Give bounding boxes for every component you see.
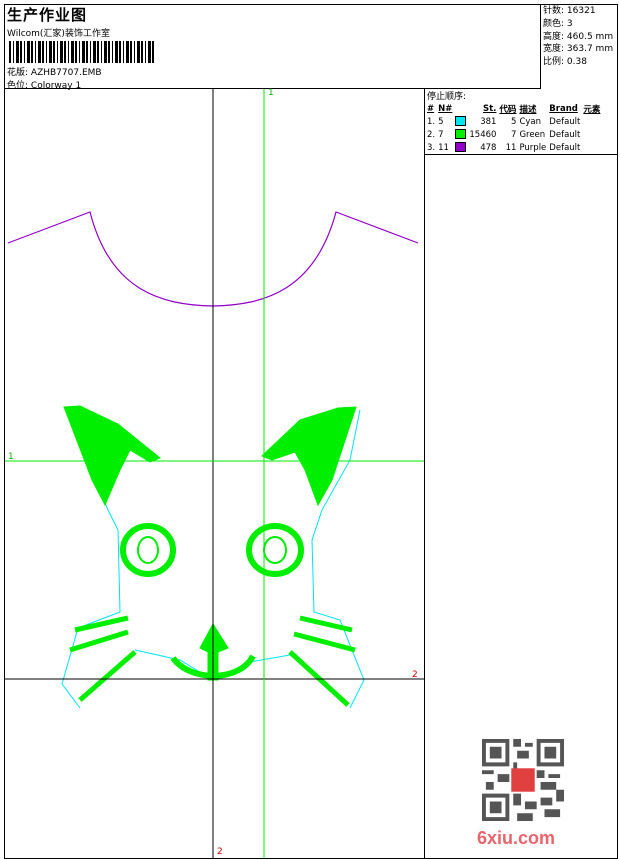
guide-label-dark-v: 2 (217, 847, 223, 857)
header: 生产作业图 Wilcom(汇家)装饰工作室 花版: AZHB7707.EMB 色… (4, 4, 541, 91)
watermark-logo: 6xiu.com (477, 828, 556, 848)
design-stats: 针数: 16321 颜色: 3 高度: 460.5 mm 宽度: 363.7 m… (541, 4, 618, 89)
stat-colors: 颜色: 3 (543, 18, 573, 29)
stop-sequence-row: 3. 11 478 11 Purple Default (427, 142, 581, 153)
stat-stitches: 针数: 16321 (543, 6, 596, 16)
stop-sequence-table: # N# St. 代码 描述 Brand 元素 1. 5 381 5 Cyan Default… (427, 103, 603, 154)
barcode (9, 41, 155, 63)
color-swatch (455, 142, 467, 153)
qr-code (482, 739, 564, 821)
color-swatch (455, 116, 467, 127)
page-title: 生产作业图 (7, 6, 88, 24)
stop-sequence-row: 2. 7 15460 7 Green Default (427, 129, 581, 140)
guide-lines (5, 89, 424, 858)
stop-sequence-title: 停止顺序: (427, 92, 467, 102)
studio-name: Wilcom(汇家)装饰工作室 (7, 29, 110, 39)
stat-height: 高度: 460.5 mm (543, 31, 614, 42)
color-swatch (455, 129, 467, 140)
stat-scale: 比例: 0.38 (543, 57, 587, 68)
guide-label-green-v: 1 (268, 88, 274, 98)
guide-label-dark-h: 2 (412, 670, 418, 680)
guide-label-green-h: 1 (8, 452, 14, 462)
design-canvas (5, 89, 424, 858)
design-file: 花版: AZHB7707.EMB (7, 68, 102, 78)
stop-sequence-row: 1. 5 381 5 Cyan Default (427, 116, 581, 127)
stat-width: 宽度: 363.7 mm (543, 44, 614, 55)
